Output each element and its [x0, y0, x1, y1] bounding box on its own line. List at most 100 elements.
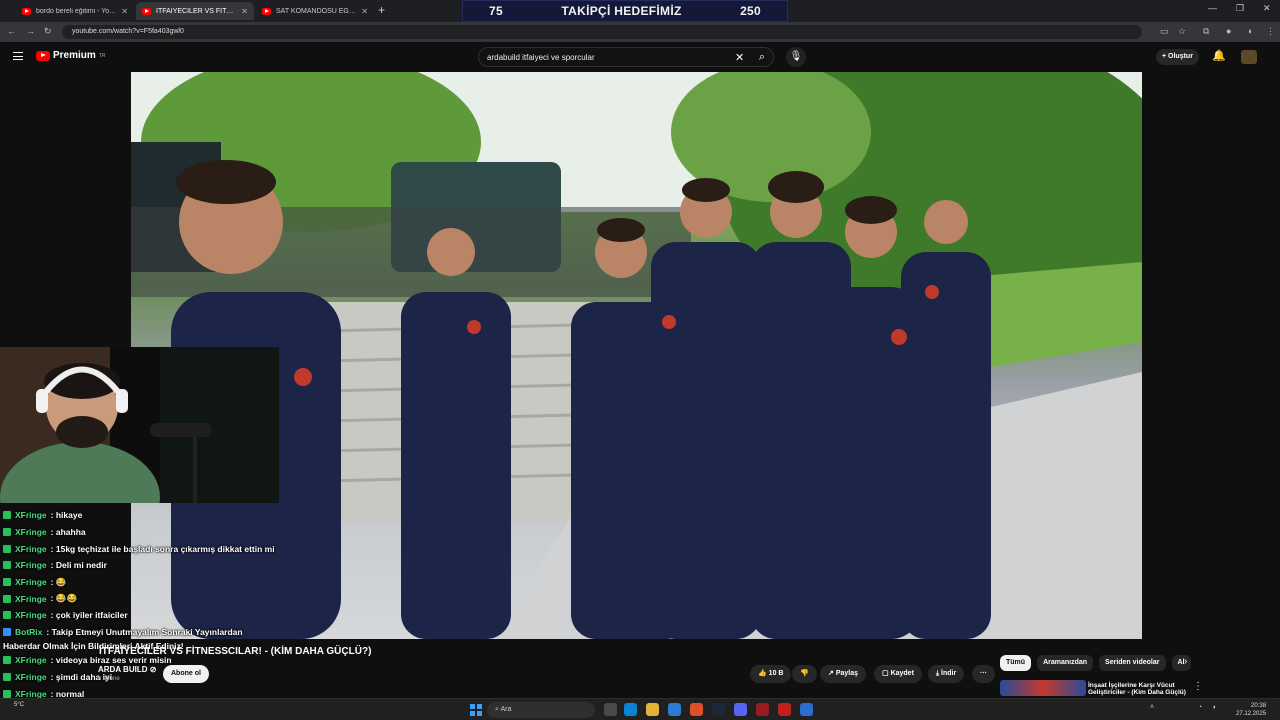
steam-icon[interactable]: [712, 703, 725, 716]
cast-icon[interactable]: ▭: [1160, 26, 1169, 37]
volume-icon[interactable]: ◖: [1212, 704, 1216, 711]
chat-username: XFringe: [15, 577, 47, 588]
maximize-button[interactable]: ❐: [1236, 3, 1244, 14]
subscribe-button[interactable]: Abone ol: [163, 665, 209, 683]
youtube-premium-logo[interactable]: Premium TR: [36, 50, 105, 61]
user-badge-icon: [3, 656, 11, 665]
user-badge-icon: [3, 578, 11, 587]
taskbar-search[interactable]: ⌕ Ara: [487, 702, 595, 718]
close-window-button[interactable]: ✕: [1263, 3, 1271, 14]
recommendation-title-line: Geliştiriciler - (Kim Daha Güçlü): [1088, 689, 1186, 696]
profile-avatar-icon[interactable]: ◐: [1248, 26, 1253, 36]
chip-more[interactable]: Al: [1171, 655, 1191, 671]
profile-icon[interactable]: ●: [1226, 26, 1231, 36]
chat-text: hikaye: [55, 510, 83, 521]
youtube-header: Premium TR ardabuild itfaiyeci ve sporcu…: [0, 42, 1280, 72]
browser-tab[interactable]: SAT KOMANDOSU EĞİTİMİNE ✕: [256, 2, 374, 20]
bookmark-star-icon[interactable]: ☆: [1178, 26, 1186, 37]
recommendation-title[interactable]: İnşaat İşçilerine Karşı Vücut Geliştiric…: [1088, 682, 1186, 696]
edge-icon[interactable]: [624, 703, 637, 716]
chat-username: XFringe: [15, 543, 47, 554]
youtube-favicon-icon: [262, 7, 271, 15]
chip-from-search[interactable]: Aramanızdan: [1037, 655, 1094, 671]
close-tab-icon[interactable]: ✕: [121, 7, 128, 16]
dislike-button[interactable]: 👎: [792, 665, 817, 683]
user-badge-icon: [3, 594, 11, 603]
menu-icon[interactable]: [13, 52, 23, 60]
tab-title: İTFAİYECİLER VS FİTNESSCI: [156, 7, 237, 15]
youtube-favicon-icon: [142, 7, 151, 15]
stream-chat-overlay: XFringe: hikaye XFringe: ahahha XFringe:…: [0, 507, 300, 651]
notifications-bell-icon[interactable]: 🔔: [1212, 49, 1226, 62]
create-button[interactable]: + Oluştur: [1156, 49, 1199, 65]
share-button[interactable]: ↗ Paylaş: [820, 665, 866, 683]
search-input[interactable]: ardabuild itfaiyeci ve sporcular: [487, 53, 595, 62]
chat-message: XFringe: 15kg teçhizat ile başladı sonra…: [0, 540, 300, 557]
browser-tab[interactable]: bordo bereli eğitimi - YouTube ✕: [16, 2, 134, 20]
bot-badge-icon: [3, 628, 11, 637]
webcam-illustration: [0, 347, 279, 503]
chat-text: ahahha: [55, 527, 86, 538]
user-badge-icon: [3, 561, 11, 570]
user-badge-icon: [3, 689, 11, 698]
chat-text: videoya biraz ses verir misin: [55, 655, 172, 666]
chevron-right-icon[interactable]: ›: [1184, 656, 1187, 667]
chip-series[interactable]: Seriden videolar: [1099, 655, 1166, 671]
reload-icon[interactable]: ↻: [44, 26, 52, 37]
youtube-logo-icon: [36, 50, 50, 61]
more-actions-button[interactable]: ···: [972, 665, 995, 683]
file-explorer-icon[interactable]: [646, 703, 659, 716]
search-box[interactable]: ardabuild itfaiyeci ve sporcular ✕: [478, 47, 774, 67]
streamer-webcam: [0, 347, 279, 503]
url-field[interactable]: youtube.com/watch?v=F5fa403gwl0: [62, 25, 1142, 39]
download-button[interactable]: ⤓ İndir: [928, 665, 965, 683]
user-badge-icon: [3, 673, 11, 682]
chat-username: XFringe: [15, 593, 47, 604]
tray-chevron-icon[interactable]: ˄: [1150, 704, 1154, 711]
app-icon[interactable]: [756, 703, 769, 716]
minimize-button[interactable]: —: [1208, 3, 1217, 13]
follower-goal-overlay: 75 TAKİPÇİ HEDEFİMİZ 250: [462, 0, 788, 22]
extensions-icon[interactable]: ⧉: [1203, 26, 1209, 37]
save-button[interactable]: ▢ Kaydet: [874, 665, 922, 683]
browser-menu-icon[interactable]: ⋮: [1266, 26, 1275, 37]
bot-message: BotRix: Takip Etmeyi Unutmayalım Sonraki…: [0, 624, 300, 641]
goal-current: 75: [489, 4, 503, 18]
channel-name[interactable]: ARDA BUILD ⊘: [98, 665, 156, 674]
chat-username: BotRix: [15, 627, 43, 638]
app-icon[interactable]: [778, 703, 791, 716]
store-icon[interactable]: [668, 703, 681, 716]
chip-all[interactable]: Tümü: [1000, 655, 1032, 671]
recommendation-title-line: İnşaat İşçilerine Karşı Vücut: [1088, 682, 1175, 689]
forward-icon[interactable]: →: [26, 26, 35, 36]
back-icon[interactable]: ←: [7, 26, 16, 36]
chat-username: XFringe: [15, 510, 47, 521]
browser-tab-active[interactable]: İTFAİYECİLER VS FİTNESSCI ✕: [136, 2, 254, 20]
chat-username: XFringe: [15, 672, 47, 683]
stream-chat-overlay-lower: XFringe: videoya biraz ses verir misin X…: [0, 652, 300, 702]
clear-search-icon[interactable]: ✕: [735, 51, 744, 64]
recommendation-thumbnail[interactable]: [1000, 680, 1086, 696]
close-tab-icon[interactable]: ✕: [361, 7, 368, 16]
taskbar-clock[interactable]: 20:38 27.12.2025: [1236, 702, 1266, 718]
logo-text: Premium: [53, 50, 96, 61]
share-label: Paylaş: [835, 670, 858, 677]
recommendation-menu-icon[interactable]: ⋮: [1193, 681, 1203, 692]
close-tab-icon[interactable]: ✕: [241, 7, 248, 16]
new-tab-button[interactable]: +: [378, 3, 385, 17]
browser-tab-bar: bordo bereli eğitimi - YouTube ✕ İTFAİYE…: [0, 0, 1280, 22]
account-avatar[interactable]: [1241, 50, 1257, 64]
chrome-icon[interactable]: [690, 703, 703, 716]
weather-widget[interactable]: 5°C: [14, 702, 24, 708]
like-button[interactable]: 👍 10 B: [750, 665, 792, 683]
search-icon[interactable]: ⌕: [750, 47, 774, 67]
microphone-icon[interactable]: 🎙: [786, 47, 806, 67]
chat-message: XFringe: ahahha: [0, 524, 300, 541]
windows-start-icon[interactable]: [470, 704, 482, 716]
app-icon[interactable]: [800, 703, 813, 716]
clock-time: 20:38: [1251, 703, 1267, 709]
discord-icon[interactable]: [734, 703, 747, 716]
task-view-icon[interactable]: [604, 703, 617, 716]
wifi-icon[interactable]: ◔: [1198, 704, 1202, 711]
chat-message: XFringe: Deli mi nedir: [0, 557, 300, 574]
